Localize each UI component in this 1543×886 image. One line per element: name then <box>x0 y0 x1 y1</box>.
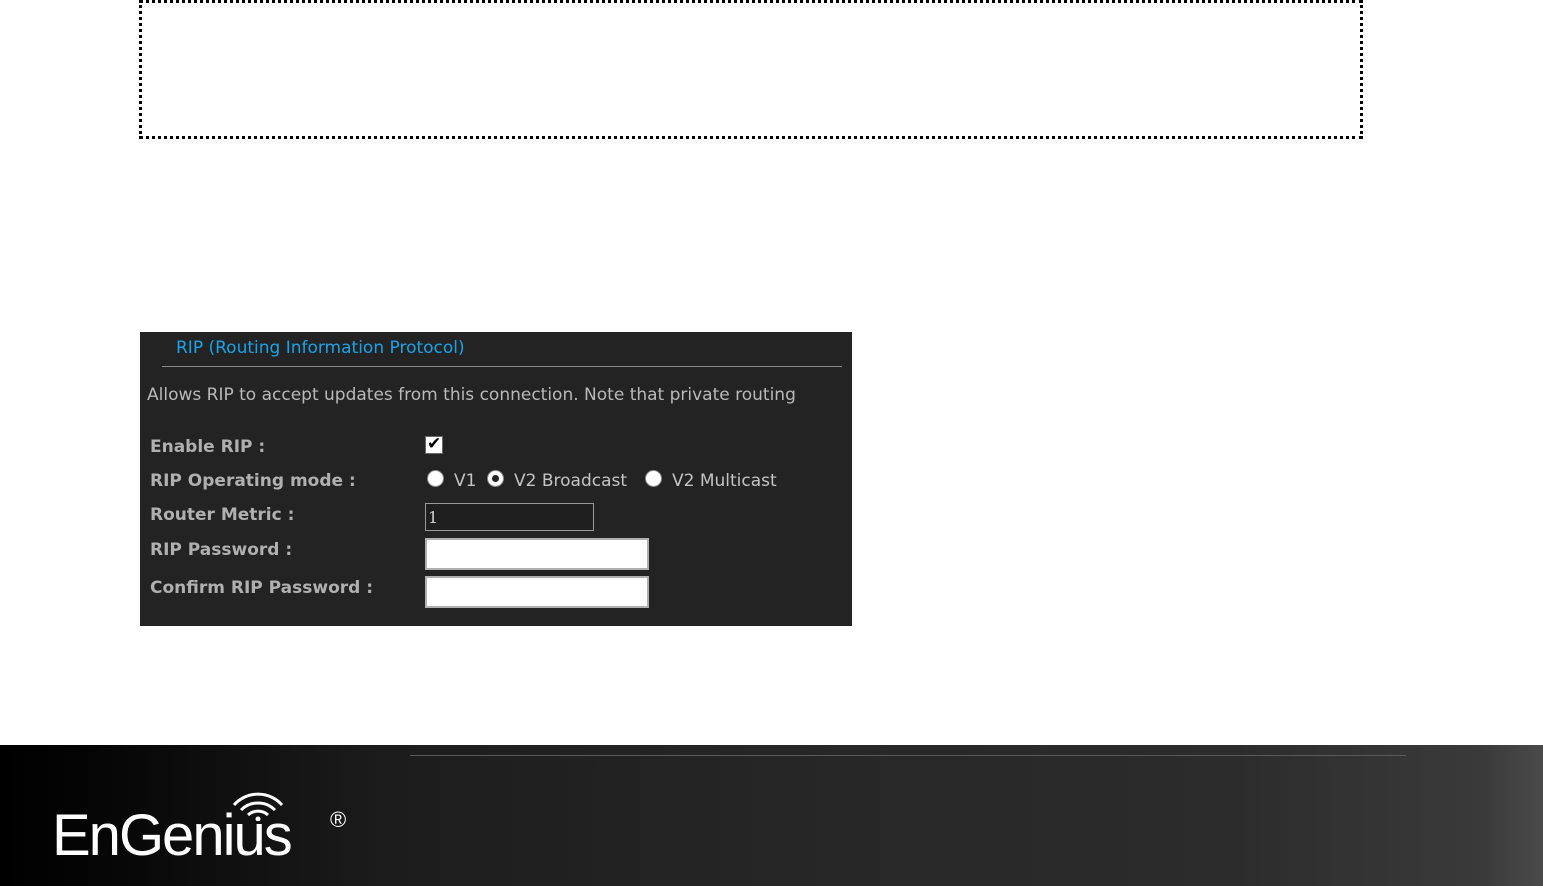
rip-description: Allows RIP to accept updates from this c… <box>147 385 796 405</box>
mode-v2-multicast-label[interactable]: V2 Multicast <box>672 471 777 491</box>
footer-divider <box>410 755 1406 756</box>
rip-password-input[interactable] <box>425 538 649 570</box>
router-metric-label: Router Metric : <box>150 505 295 525</box>
mode-v2-multicast-radio[interactable] <box>645 470 662 487</box>
confirm-rip-password-label: Confirm RIP Password : <box>150 578 374 598</box>
mode-v1-radio[interactable] <box>427 470 444 487</box>
mode-v1-label[interactable]: V1 <box>454 471 476 491</box>
manual-page: RIP (Routing Information Protocol) Allow… <box>0 0 1543 886</box>
note-box <box>139 0 1363 139</box>
registered-mark: ® <box>330 807 347 832</box>
brand-name: EnGenius <box>52 803 293 868</box>
enable-rip-checkbox[interactable]: ✔ <box>425 434 443 454</box>
mode-v2-broadcast-radio[interactable] <box>487 470 504 487</box>
page-footer: EnGenius ® <box>0 745 1543 886</box>
rip-settings-panel: RIP (Routing Information Protocol) Allow… <box>140 332 852 626</box>
title-divider <box>162 366 842 367</box>
rip-password-label: RIP Password : <box>150 540 293 560</box>
rip-panel-title: RIP (Routing Information Protocol) <box>176 338 465 358</box>
rip-mode-label: RIP Operating mode : <box>150 471 356 491</box>
checkmark-icon: ✔ <box>427 434 442 454</box>
confirm-rip-password-input[interactable] <box>425 576 649 608</box>
router-metric-input[interactable] <box>425 503 594 531</box>
mode-v2-broadcast-label[interactable]: V2 Broadcast <box>514 471 627 491</box>
engenius-logo: EnGenius ® <box>52 792 362 868</box>
enable-rip-label: Enable RIP : <box>150 437 266 457</box>
